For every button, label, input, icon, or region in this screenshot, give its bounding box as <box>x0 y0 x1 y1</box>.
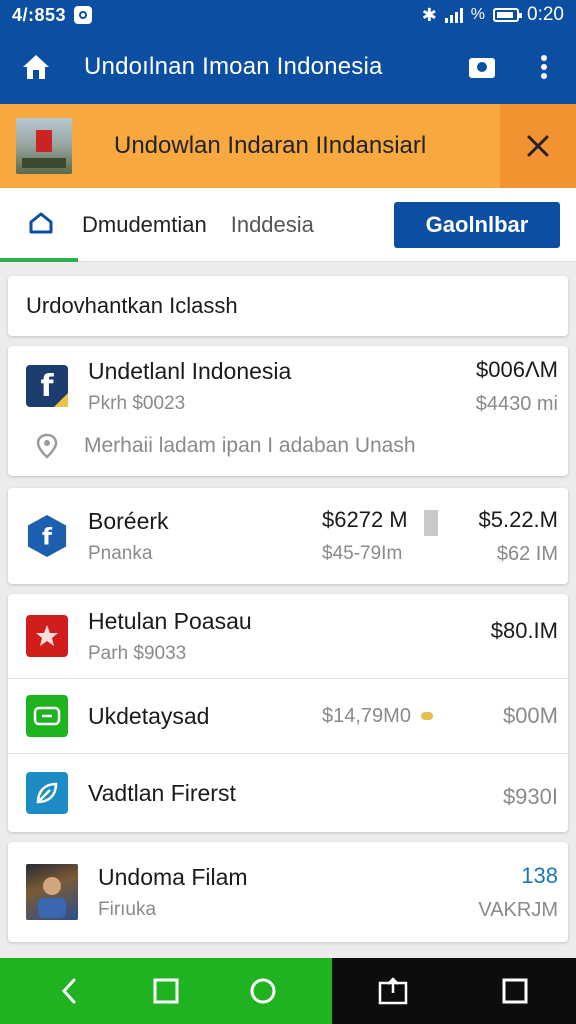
home-button[interactable] <box>16 47 56 87</box>
banner-text: Undowlan Indaran IIndansiarl <box>114 132 427 159</box>
amount-main: 138 <box>521 862 558 888</box>
item-mid-amount: $14,79M0 <box>322 705 433 728</box>
nav-group-green <box>0 958 332 1024</box>
tab-bar: Dmudemtian Inddesia Gaolnlbar <box>0 188 576 262</box>
mid-main: $6272 M <box>322 507 408 532</box>
coin-icon <box>420 712 433 720</box>
amount-main: $5.22.M <box>478 506 559 532</box>
amount-main: $80.IM <box>490 618 558 643</box>
list-item[interactable]: f Undetlanl Indonesia Pkrh $0023 $006ΛM … <box>8 346 568 426</box>
notification-icon <box>74 6 93 24</box>
item-amount: $5.22.M $62 IM <box>479 507 559 566</box>
list-card-2[interactable]: f Boréerk Pnanka $6272 M $45-79Im $5.22.… <box>8 488 568 584</box>
amount-main: $00M <box>502 703 558 728</box>
movie-poster-icon <box>26 864 78 920</box>
facebook-square-icon: f <box>26 365 68 407</box>
item-amount: 138 VAKRJM <box>478 863 558 922</box>
item-amount: $930I <box>503 784 558 810</box>
item-amount: $006ΛM $4430 mi <box>476 357 558 416</box>
mid-main: $14,79M0 <box>322 704 411 727</box>
location-pin-icon <box>36 433 58 459</box>
amount-main: $930I <box>502 784 558 809</box>
promo-banner[interactable]: Undowlan Indaran IIndansiarl <box>0 104 576 188</box>
banner-close-button[interactable] <box>500 104 576 188</box>
app-bar: Undoılnan Imoan Indonesia <box>0 30 576 104</box>
more-vert-icon <box>541 55 547 79</box>
close-icon <box>527 135 549 157</box>
item-amount: $00M <box>503 703 558 729</box>
facebook-hex-icon: f <box>26 515 68 557</box>
item-sub: Pkrh $0023 <box>88 392 186 414</box>
tab-label-active[interactable]: Dmudemtian <box>82 212 207 238</box>
item-name: Undetlanl Indonesia <box>88 357 292 384</box>
back-button[interactable] <box>53 975 85 1007</box>
list-item[interactable]: Undoma Filam Firıuka 138 VAKRJM <box>8 842 568 942</box>
item-sub: Pnanka <box>88 542 153 564</box>
leaf-icon <box>26 772 68 814</box>
list-card-1[interactable]: f Undetlanl Indonesia Pkrh $0023 $006ΛM … <box>8 346 568 476</box>
signal-icon <box>444 7 463 23</box>
item-name: Boréerk <box>88 507 169 534</box>
location-row: Merhaii ladam ipan I adaban Unash <box>8 426 568 466</box>
home-nav-button[interactable] <box>247 975 279 1007</box>
battery-percent: % <box>470 6 486 23</box>
item-amount: $80.IM <box>491 618 558 644</box>
item-name: Ukdetaysad <box>88 702 210 729</box>
share-button[interactable] <box>377 975 409 1007</box>
recents-button[interactable] <box>150 975 182 1007</box>
square-outline-icon <box>502 978 528 1004</box>
list-item[interactable]: f Boréerk Pnanka $6272 M $45-79Im $5.22.… <box>8 488 568 584</box>
home-icon <box>23 55 49 79</box>
list-item[interactable]: Vadtlan Firerst $930I <box>8 754 568 832</box>
share-box-icon <box>378 977 408 1005</box>
tab-home[interactable] <box>0 188 78 262</box>
list-card-4[interactable]: Undoma Filam Firıuka 138 VAKRJM <box>8 842 568 942</box>
bluetooth-icon: ✱ <box>421 4 437 25</box>
item-name: Vadtlan Firerst <box>88 779 236 806</box>
camera-button[interactable] <box>466 51 498 83</box>
status-bar: 4/:853 ✱ % 0:20 <box>0 0 576 30</box>
home-outline-icon <box>29 212 53 233</box>
battery-icon <box>493 8 523 22</box>
location-text: Merhaii ladam ipan I adaban Unash <box>84 434 416 457</box>
mini-chart-icon <box>424 510 438 536</box>
status-time-left: 4/:853 <box>12 4 67 25</box>
item-name: Hetulan Poasau <box>88 607 252 634</box>
amount-sub: VAKRJM <box>478 898 558 921</box>
primary-action-button[interactable]: Gaolnlbar <box>394 201 560 248</box>
ticket-icon <box>26 695 68 737</box>
status-right: ✱ % 0:20 <box>422 4 564 26</box>
overview-button[interactable] <box>499 975 531 1007</box>
list-card-3: Hetulan Poasau Parh $9033 $80.IM Ukdetay… <box>8 594 568 832</box>
status-clock: 0:20 <box>527 4 564 25</box>
nav-group-black <box>332 958 576 1024</box>
section-title: Urdovhantkan Iclassh <box>8 276 568 336</box>
system-nav-bar <box>0 958 576 1024</box>
item-sub: Firıuka <box>98 898 157 920</box>
list-item[interactable]: Ukdetaysad $14,79M0 $00M <box>8 679 568 753</box>
overflow-menu-button[interactable] <box>528 51 560 83</box>
app-title: Undoılnan Imoan Indonesia <box>84 53 383 80</box>
banner-thumbnail <box>16 118 72 174</box>
mid-sub: $45-79Im <box>322 543 403 564</box>
item-mid-amount: $6272 M $45-79Im <box>322 507 408 565</box>
circle-icon <box>250 978 276 1004</box>
item-sub: Parh $9033 <box>88 642 187 664</box>
tab-label-secondary[interactable]: Inddesia <box>231 212 314 238</box>
amount-sub: $62 IM <box>496 542 558 565</box>
square-icon <box>153 978 179 1004</box>
item-name: Undoma Filam <box>98 863 248 890</box>
app-bar-actions <box>466 51 560 83</box>
crest-icon <box>26 615 68 657</box>
camera-icon <box>469 58 495 78</box>
amount-main: $006ΛM <box>476 356 558 382</box>
chevron-left-icon <box>61 978 76 1004</box>
amount-sub: $4430 mi <box>475 392 558 415</box>
svg-text:f: f <box>42 525 53 551</box>
list-item[interactable]: Hetulan Poasau Parh $9033 $80.IM <box>8 594 568 678</box>
